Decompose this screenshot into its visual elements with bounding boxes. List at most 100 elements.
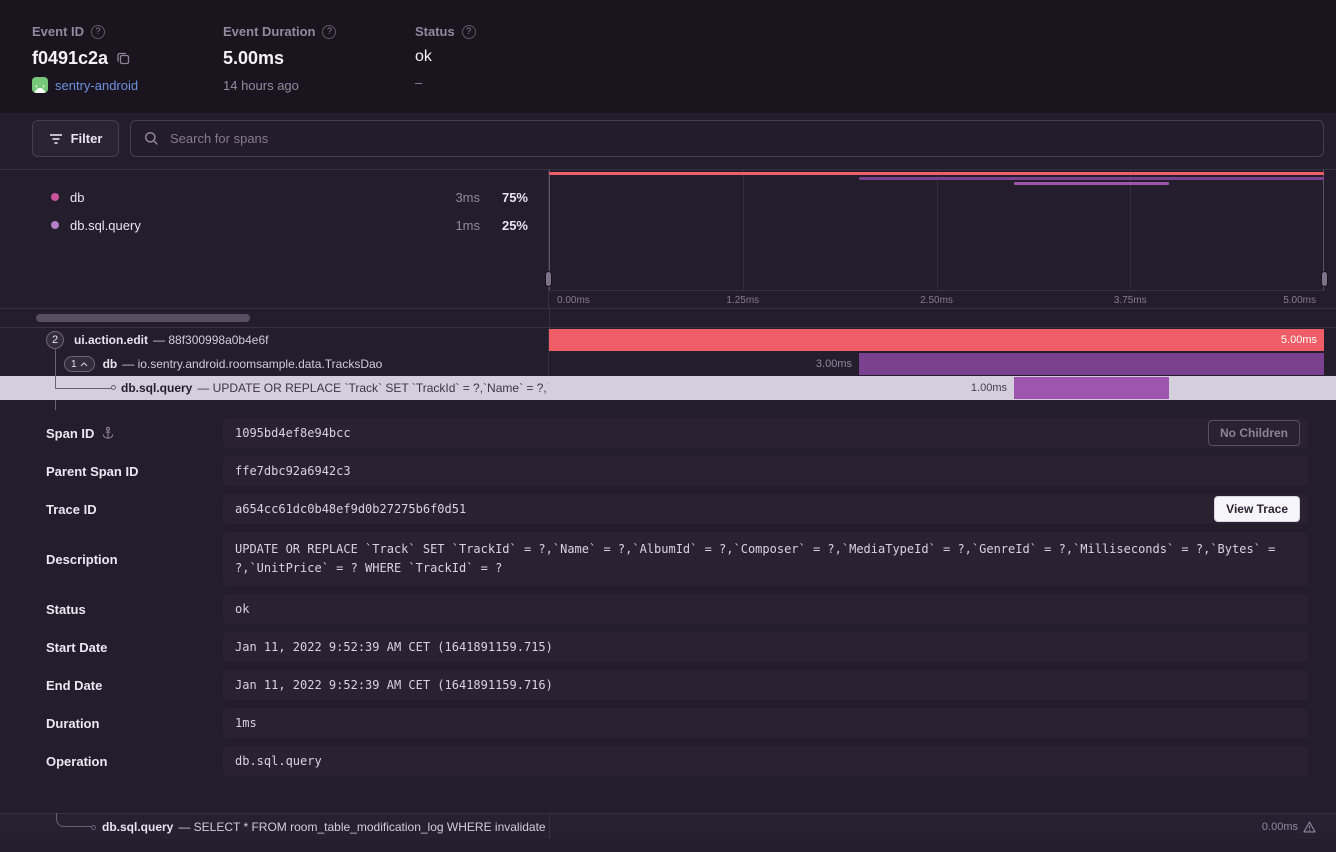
platform-icon-android — [32, 77, 48, 93]
chevron-up-icon — [80, 362, 88, 367]
help-icon[interactable]: ? — [91, 25, 105, 39]
ops-breakdown-item: db 3ms 75% — [0, 183, 548, 211]
span-duration-bar[interactable]: 5.00ms — [549, 329, 1324, 351]
minimap-gridline — [937, 170, 938, 290]
view-trace-button[interactable]: View Trace — [1214, 496, 1300, 522]
detail-row-end-date: End Date Jan 11, 2022 9:52:39 AM CET (16… — [46, 670, 1308, 700]
span-row-ui-action-edit[interactable]: 2 ui.action.edit — 88f300998a0b4e6f 5.00m… — [0, 328, 1336, 352]
span-duration-label: 5.00ms — [1281, 334, 1317, 346]
op-duration: 3ms — [424, 190, 480, 205]
tree-node-dot — [111, 385, 116, 390]
detail-row-span-id: Span ID 1095bd4ef8e94bcc No Children — [46, 418, 1308, 448]
horizontal-scrollbar-thumb[interactable] — [36, 314, 250, 322]
detail-row-parent-span-id: Parent Span ID ffe7dbc92a6942c3 — [46, 456, 1308, 486]
trace-id-value: a654cc61dc0b48ef9d0b27275b6f0d51 — [235, 502, 466, 516]
search-box[interactable] — [130, 120, 1324, 157]
span-op: db — [103, 357, 118, 371]
time-tick: 1.25ms — [726, 295, 759, 306]
span-op: ui.action.edit — [74, 333, 148, 347]
tree-connector — [56, 813, 92, 827]
event-id-column: Event ID ? f0491c2a sentry-android — [32, 24, 138, 93]
detail-row-status: Status ok — [46, 594, 1308, 624]
minimap-gridline — [1130, 170, 1131, 290]
help-icon[interactable]: ? — [322, 25, 336, 39]
help-icon[interactable]: ? — [462, 25, 476, 39]
span-title-cell: db.sql.query— UPDATE OR REPLACE `Track` … — [0, 376, 549, 400]
op-percent: 25% — [480, 218, 528, 233]
detail-row-operation: Operation db.sql.query — [46, 746, 1308, 776]
span-desc: — 88f300998a0b4e6f — [153, 333, 268, 347]
span-children-count-badge[interactable]: 2 — [46, 331, 64, 349]
span-row-db-sql-query-selected[interactable]: db.sql.query— UPDATE OR REPLACE `Track` … — [0, 376, 1336, 400]
detail-row-trace-id: Trace ID a654cc61dc0b48ef9d0b27275b6f0d5… — [46, 494, 1308, 524]
span-title: db.sql.query— UPDATE OR REPLACE `Track` … — [121, 379, 549, 397]
span-duration-label: 3.00ms — [816, 358, 852, 370]
description-value-box: UPDATE OR REPLACE `Track` SET `TrackId` … — [223, 532, 1308, 586]
span-duration-bar[interactable] — [1014, 377, 1169, 399]
op-duration: 1ms — [424, 218, 480, 233]
anchor-icon[interactable] — [101, 426, 115, 440]
event-duration-column: Event Duration ? 5.00ms 14 hours ago — [223, 24, 336, 93]
ops-breakdown-item: db.sql.query 1ms 25% — [0, 211, 548, 239]
status-sub: – — [415, 75, 476, 90]
span-bar-cell: 3.00ms — [549, 352, 1324, 376]
duration-value-box: 1ms — [223, 708, 1308, 738]
search-input[interactable] — [168, 130, 1310, 147]
event-duration-value: 5.00ms — [223, 48, 284, 69]
filter-icon — [49, 133, 63, 145]
span-title: ui.action.edit — 88f300998a0b4e6f — [74, 331, 268, 349]
minimap-right-handle[interactable] — [1321, 271, 1328, 287]
tree-scroll-row — [0, 309, 1336, 328]
detail-row-description: Description UPDATE OR REPLACE `Track` SE… — [46, 532, 1308, 586]
minimap-gridline — [743, 170, 744, 290]
op-name: db.sql.query — [70, 218, 141, 233]
end-date-value-box: Jan 11, 2022 9:52:39 AM CET (1641891159.… — [223, 670, 1308, 700]
event-id-value: f0491c2a — [32, 48, 108, 69]
time-tick: 2.50ms — [920, 295, 953, 306]
spans-toolbar: Filter — [32, 120, 1324, 157]
event-id-label: Event ID — [32, 24, 84, 39]
span-children-count-badge[interactable]: 1 — [64, 356, 95, 372]
span-duration-bar[interactable] — [859, 353, 1324, 375]
event-header: Event ID ? f0491c2a sentry-android Event… — [0, 0, 1336, 113]
span-row-footer[interactable]: db.sql.query— SELECT * FROM room_table_m… — [0, 813, 1336, 839]
event-duration-label: Event Duration — [223, 24, 315, 39]
span-row-db[interactable]: 1 db— io.sentry.android.roomsample.data.… — [0, 352, 1336, 376]
op-color-dot — [51, 221, 59, 229]
minimap[interactable]: 0.00ms 1.25ms 2.50ms 3.75ms 5.00ms — [549, 170, 1324, 308]
detail-label: Duration — [46, 716, 223, 731]
event-time-ago: 14 hours ago — [223, 78, 336, 93]
minimap-left-handle[interactable] — [545, 271, 552, 287]
search-icon — [144, 131, 159, 146]
time-tick: 3.75ms — [1114, 295, 1147, 306]
span-duration-label: 0.00ms — [1262, 814, 1316, 839]
project-link[interactable]: sentry-android — [32, 77, 138, 93]
span-bar-cell: 1.00ms — [549, 376, 1324, 400]
project-name: sentry-android — [55, 78, 138, 93]
time-tick: 5.00ms — [1283, 295, 1316, 306]
tree-node-dot — [91, 825, 96, 830]
status-value-box: ok — [223, 594, 1308, 624]
filter-button-label: Filter — [71, 131, 103, 146]
tree-connector — [55, 352, 56, 376]
span-details-panel: Span ID 1095bd4ef8e94bcc No Children Par… — [46, 418, 1308, 776]
minimap-panel: db 3ms 75% db.sql.query 1ms 25% — [0, 169, 1336, 309]
copy-icon[interactable] — [116, 51, 131, 66]
span-bar-cell: 5.00ms — [549, 328, 1324, 352]
column-divider — [549, 309, 550, 327]
filter-button[interactable]: Filter — [32, 120, 119, 157]
span-tree: 2 ui.action.edit — 88f300998a0b4e6f 5.00m… — [0, 328, 1336, 400]
op-color-dot — [51, 193, 59, 201]
status-label: Status — [415, 24, 455, 39]
span-title: db.sql.query— SELECT * FROM room_table_m… — [102, 814, 546, 839]
time-axis: 0.00ms 1.25ms 2.50ms 3.75ms 5.00ms — [549, 290, 1324, 308]
duration-value: 1ms — [235, 716, 257, 730]
span-id-value: 1095bd4ef8e94bcc — [235, 426, 351, 440]
detail-label: Parent Span ID — [46, 464, 223, 479]
span-title-cell: 1 db— io.sentry.android.roomsample.data.… — [0, 352, 549, 376]
tree-connector — [55, 376, 56, 388]
time-tick: 0.00ms — [557, 295, 590, 306]
span-desc: — UPDATE OR REPLACE `Track` SET `TrackId… — [197, 381, 549, 395]
detail-row-start-date: Start Date Jan 11, 2022 9:52:39 AM CET (… — [46, 632, 1308, 662]
span-detail-page: Event ID ? f0491c2a sentry-android Event… — [0, 0, 1336, 852]
